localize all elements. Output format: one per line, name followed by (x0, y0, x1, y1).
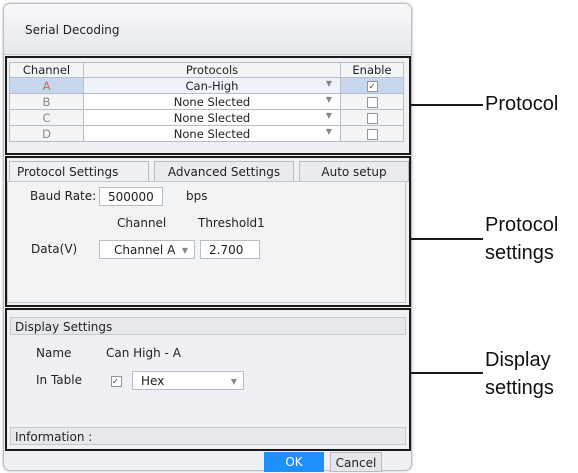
display-settings-callout-1: Display (485, 349, 551, 371)
protocol-settings-callout-2: settings (485, 242, 554, 264)
protocol-callout-line (411, 104, 483, 106)
protocol-settings-frame (5, 156, 411, 307)
protocol-settings-callout-1: Protocol (485, 214, 559, 236)
display-settings-frame (5, 308, 411, 451)
ok-button[interactable]: OK (264, 452, 324, 472)
title-bar: Serial Decoding (4, 4, 411, 55)
display-settings-callout-2: settings (485, 377, 554, 399)
protocol-frame (5, 56, 411, 155)
cancel-button[interactable]: Cancel (330, 452, 382, 472)
dialog-title: Serial Decoding (25, 23, 120, 37)
display-settings-callout-line (411, 372, 483, 374)
protocol-callout: Protocol (485, 93, 559, 115)
protocol-settings-callout-line (411, 238, 483, 240)
